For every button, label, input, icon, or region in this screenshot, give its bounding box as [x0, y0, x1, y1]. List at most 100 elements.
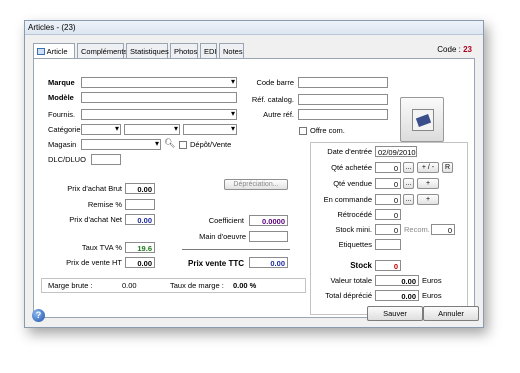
- marge-brute-label: Marge brute :: [48, 281, 93, 290]
- marge-brute-value: 0.00: [122, 281, 137, 290]
- total-deprecie-unit: Euros: [422, 291, 442, 300]
- fournis-label: Fournis.: [48, 110, 76, 119]
- total-deprecie-label: Total déprécié: [325, 291, 372, 300]
- main-oeuvre-input[interactable]: [249, 231, 288, 242]
- dlc-input[interactable]: [91, 154, 121, 165]
- valeur-totale-value: 0.00: [375, 275, 419, 286]
- tab-photos-label: Photos: [174, 47, 198, 56]
- qte-achetee-label: Qté achetée: [331, 163, 372, 172]
- tab-notes[interactable]: Notes: [219, 43, 244, 58]
- dlc-label: DLC/DLUO: [48, 155, 86, 164]
- tab-complements-label: Compléments: [81, 47, 128, 56]
- qte-achetee-r-button[interactable]: R: [442, 162, 453, 173]
- tab-article[interactable]: Article: [33, 43, 75, 59]
- marque-label: Marque: [48, 78, 75, 87]
- magasin-select[interactable]: [81, 139, 161, 150]
- total-deprecie-value: 0.00: [375, 290, 419, 301]
- prix-achat-brut-label: Prix d'achat Brut: [67, 184, 122, 193]
- retrocede-label: Rétrocédé: [337, 210, 372, 219]
- remise-input[interactable]: [125, 199, 155, 210]
- prix-achat-brut-input[interactable]: 0.00: [125, 183, 155, 194]
- date-entree-input[interactable]: 02/09/2010: [375, 146, 417, 157]
- title-bar: Articles - (23): [25, 21, 483, 35]
- qte-vendue-input[interactable]: 0: [375, 178, 401, 189]
- en-commande-input[interactable]: 0: [375, 194, 401, 205]
- tab-edi[interactable]: EDI: [200, 43, 217, 58]
- ref-catalog-label: Réf. catalog.: [251, 95, 294, 104]
- tab-notes-label: Notes: [223, 47, 243, 56]
- en-commande-plus-button[interactable]: +: [417, 194, 439, 205]
- code-label: Code :: [437, 45, 461, 54]
- ref-catalog-input[interactable]: [298, 94, 388, 105]
- en-commande-label: En commande: [323, 195, 372, 204]
- article-panel: Marque Modèle Fournis. Catégorie Magasin…: [33, 58, 475, 318]
- tva-label: Taux TVA %: [81, 243, 122, 252]
- recom-input[interactable]: 0: [431, 224, 455, 235]
- qte-achetee-dots-button[interactable]: ...: [403, 162, 414, 173]
- prix-vente-ttc-label: Prix vente TTC: [188, 259, 245, 268]
- tab-statistiques[interactable]: Statistiques: [126, 43, 169, 58]
- categorie-select-3[interactable]: [183, 124, 237, 135]
- retrocede-input[interactable]: 0: [375, 209, 401, 220]
- stock-mini-input[interactable]: 0: [375, 224, 401, 235]
- en-commande-dots-button[interactable]: ...: [403, 194, 414, 205]
- separator: [182, 249, 290, 250]
- categorie-select-2[interactable]: [124, 124, 180, 135]
- search-icon[interactable]: 🔍︎: [164, 138, 175, 149]
- magasin-label: Magasin: [48, 140, 77, 149]
- help-icon[interactable]: ?: [32, 309, 45, 322]
- qte-achetee-plusminus-button[interactable]: + / -: [417, 162, 439, 173]
- marque-select[interactable]: [81, 77, 237, 88]
- code-barre-label: Code barre: [256, 78, 294, 87]
- tva-input[interactable]: 19.6: [125, 242, 155, 253]
- remise-label: Remise %: [87, 200, 122, 209]
- prix-vente-ht-input[interactable]: 0.00: [125, 257, 155, 268]
- fournis-select[interactable]: [81, 109, 237, 120]
- article-icon: [37, 48, 45, 55]
- date-entree-label: Date d'entrée: [327, 147, 372, 156]
- code-display: Code : 23: [437, 45, 472, 54]
- code-barre-input[interactable]: [298, 77, 388, 88]
- coefficient-input[interactable]: 0.0000: [249, 215, 288, 226]
- modele-input[interactable]: [81, 92, 237, 103]
- autre-ref-input[interactable]: [298, 109, 388, 120]
- cancel-button[interactable]: Annuler: [423, 306, 479, 321]
- tab-article-label: Article: [46, 47, 68, 56]
- qte-achetee-input[interactable]: 0: [375, 162, 401, 173]
- save-button[interactable]: Sauver: [367, 306, 423, 321]
- window-title: Articles - (23): [28, 23, 76, 32]
- depot-vente-label: Dépôt/Vente: [190, 140, 232, 149]
- taux-marge-value: 0.00 %: [233, 281, 257, 290]
- prix-achat-net-label: Prix d'achat Net: [69, 215, 122, 224]
- tab-statistiques-label: Statistiques: [130, 47, 169, 56]
- tab-complements[interactable]: Compléments: [77, 43, 128, 58]
- prix-vente-ht-label: Prix de vente HT: [66, 258, 122, 267]
- tab-photos[interactable]: Photos: [170, 43, 198, 58]
- photo-icon: [412, 109, 434, 131]
- qte-vendue-dots-button[interactable]: ...: [403, 178, 414, 189]
- stock-label: Stock: [350, 261, 372, 270]
- offre-com-checkbox[interactable]: [299, 127, 307, 135]
- code-value: 23: [463, 45, 472, 54]
- autre-ref-label: Autre réf.: [263, 110, 294, 119]
- depreciation-button[interactable]: Dépréciation...: [224, 179, 288, 190]
- depot-vente-checkbox[interactable]: [179, 141, 187, 149]
- stock-mini-label: Stock mini.: [335, 225, 372, 234]
- tab-edi-label: EDI: [204, 47, 217, 56]
- coefficient-label: Coefficient: [208, 216, 244, 225]
- photo-button[interactable]: [400, 97, 444, 142]
- etiquettes-label: Etiquettes: [338, 240, 372, 249]
- categorie-select-1[interactable]: [81, 124, 121, 135]
- recom-label: Recom.: [404, 225, 430, 234]
- prix-achat-net-value: 0.00: [125, 214, 155, 225]
- photo-icon-inner: [415, 114, 432, 127]
- prix-vente-ttc-input[interactable]: 0.00: [249, 257, 288, 268]
- offre-com-label: Offre com.: [310, 126, 345, 135]
- valeur-totale-unit: Euros: [422, 276, 442, 285]
- etiquettes-input[interactable]: [375, 239, 401, 250]
- qte-vendue-plus-button[interactable]: +: [417, 178, 439, 189]
- qte-vendue-label: Qté vendue: [333, 179, 372, 188]
- articles-window: Articles - (23) Article Compléments Stat…: [24, 20, 484, 328]
- modele-label: Modèle: [48, 93, 74, 102]
- stock-value: 0: [375, 260, 401, 271]
